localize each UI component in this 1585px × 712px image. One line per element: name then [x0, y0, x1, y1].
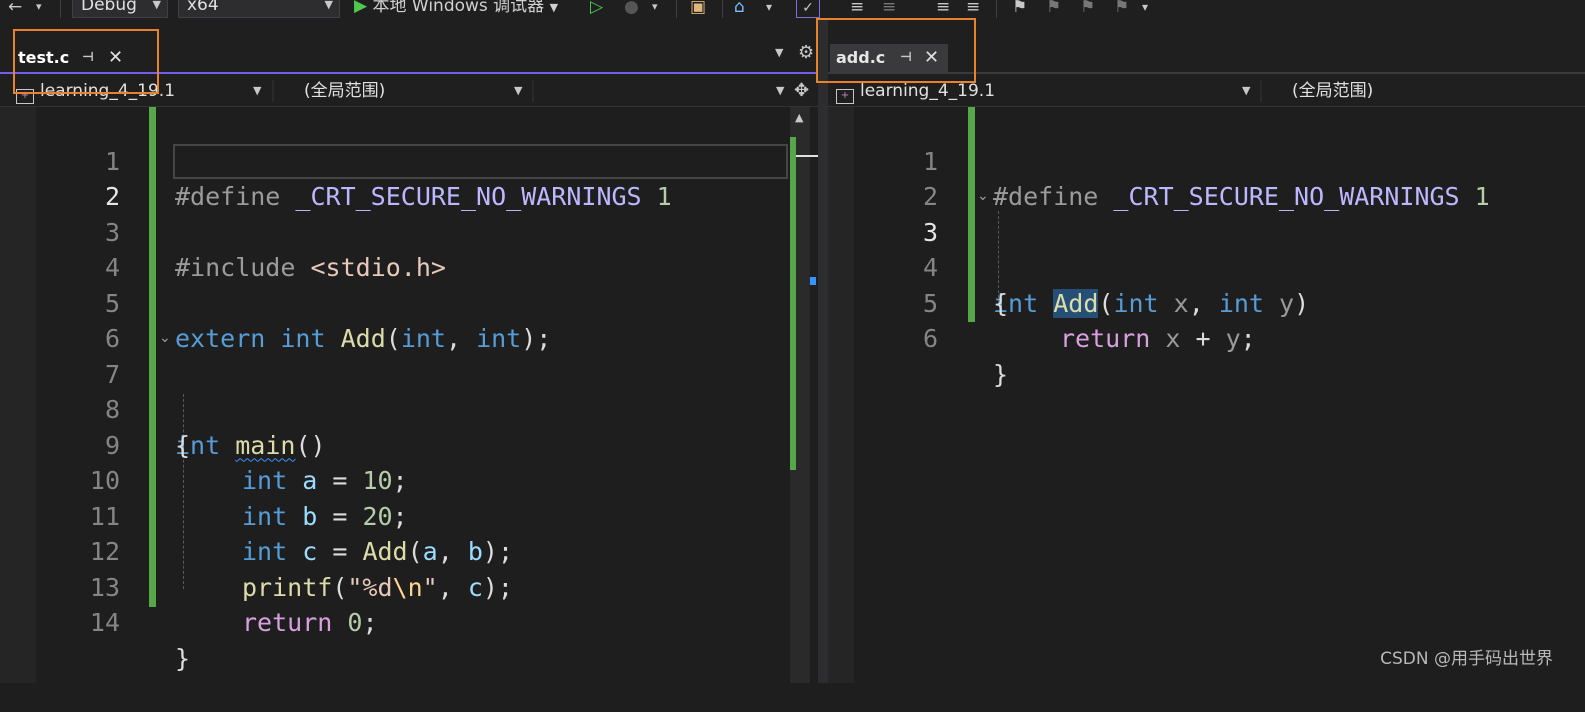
- stop-icon[interactable]: ●: [624, 0, 639, 18]
- code-line: 6 }: [828, 286, 1585, 389]
- next-bookmark-icon[interactable]: ⚑: [1080, 0, 1095, 18]
- uncomment-lines-icon[interactable]: ≡: [882, 0, 896, 18]
- code-line: 5 return x + y;: [828, 250, 1585, 354]
- right-editor-pane: add.c ⊣ ✕ + learning_4_19.1 ▼ (全局范围) 1 #d…: [828, 20, 1585, 683]
- chevron-down-icon: ▼: [514, 84, 523, 97]
- scroll-up-icon[interactable]: ▲: [795, 111, 803, 124]
- toggle-icon[interactable]: ✓: [796, 0, 820, 18]
- code-line: 3 ⌄ int Add(int x, int y): [828, 179, 1585, 318]
- collapse-icon[interactable]: ⌄: [159, 321, 171, 357]
- chevron-down-icon[interactable]: ▾: [652, 0, 658, 18]
- scope-label: (全局范围): [304, 81, 386, 101]
- overflow-icon[interactable]: ▾: [1142, 0, 1148, 18]
- previous-bookmark-icon[interactable]: ⚑: [1046, 0, 1061, 18]
- annotation-box-add-c: [816, 18, 976, 83]
- chevron-down-icon: ▼: [324, 0, 333, 11]
- code-line: 5 extern int Add(int, int);: [0, 250, 818, 354]
- line-code: return 0;: [242, 605, 378, 641]
- code-line: 10 int b = 20;: [0, 428, 818, 531]
- change-map: [790, 137, 796, 470]
- back-dropdown-icon[interactable]: ▾: [36, 0, 42, 18]
- project-name: learning_4_19.1: [860, 81, 996, 101]
- line-number: 6: [922, 324, 938, 353]
- code-line: 13 return 0;: [0, 534, 818, 638]
- comment-lines-icon[interactable]: ≡: [850, 0, 864, 18]
- code-line: 12 printf("%d\n", c);: [0, 499, 818, 602]
- collapse-icon[interactable]: ⌄: [977, 179, 989, 215]
- start-debugging-button[interactable]: ▶ 本地 Windows 调试器 ▼: [354, 0, 558, 18]
- watermark: CSDN @用手码出世界: [1380, 649, 1553, 669]
- nav-divider: [1260, 80, 1262, 102]
- code-line: 7 ⌄ int main(): [0, 321, 818, 460]
- chevron-down-icon: ▼: [253, 84, 262, 97]
- back-arrow-icon[interactable]: ←: [8, 0, 22, 18]
- code-line: 4: [0, 215, 818, 282]
- vertical-scrollbar[interactable]: ▲: [790, 107, 818, 683]
- overflow-icon[interactable]: ▾: [766, 0, 772, 18]
- toolbar-separator: [60, 0, 61, 18]
- tab-list-dropdown-icon[interactable]: ▼: [775, 46, 783, 59]
- annotation-box-test-c: [13, 29, 159, 94]
- gear-icon[interactable]: ⚙: [798, 42, 814, 63]
- scope-dropdown[interactable]: (全局范围): [304, 78, 385, 104]
- chevron-down-icon: ▼: [152, 0, 161, 11]
- line-code: return x + y;: [1060, 321, 1256, 357]
- keyword: return: [1060, 324, 1151, 353]
- code-line: 9 int a = 10;: [0, 392, 818, 496]
- platform-select[interactable]: x64 ▼: [178, 0, 340, 18]
- toolbar-separator: [996, 0, 997, 18]
- code-line: 8 {: [0, 357, 818, 460]
- chevron-down-icon: ▼: [549, 1, 559, 14]
- outdent-icon[interactable]: ≡: [936, 0, 950, 18]
- play-icon: ▶: [354, 0, 368, 16]
- configuration-value: Debug: [81, 0, 137, 15]
- nav-divider: [532, 80, 534, 102]
- operator: +: [1180, 324, 1226, 353]
- code-editor[interactable]: 1 #define _CRT_SECURE_NO_WARNINGS 1 2 3 …: [828, 107, 1585, 683]
- parameter: y: [1225, 324, 1241, 353]
- code-line: 4 {: [828, 215, 1585, 318]
- clear-bookmarks-icon[interactable]: ⚑: [1114, 0, 1129, 18]
- code-line: 2: [0, 144, 818, 211]
- run-without-debugging-icon[interactable]: ▷: [590, 0, 603, 18]
- close-brace: }: [993, 359, 1009, 389]
- close-brace: }: [175, 643, 191, 673]
- code-line: 11 int c = Add(a, b);: [0, 463, 818, 567]
- split-divider[interactable]: [818, 20, 828, 683]
- find-in-files-icon[interactable]: ▣: [690, 0, 706, 18]
- punctuation: ;: [362, 608, 378, 637]
- nav-divider: [272, 80, 274, 102]
- chevron-down-icon: ▼: [1242, 84, 1251, 97]
- home-icon[interactable]: ⌂: [734, 0, 745, 18]
- indent-icon[interactable]: ≡: [966, 0, 980, 18]
- number-literal: 0: [347, 608, 363, 637]
- toolbar-separator: [676, 0, 677, 18]
- code-editor[interactable]: 1 #define _CRT_SECURE_NO_WARNINGS 1 2 3 …: [0, 107, 818, 683]
- bookmark-icon[interactable]: ⚑: [1012, 0, 1027, 18]
- error-marker: [810, 277, 816, 285]
- punctuation: ;: [1240, 324, 1256, 353]
- split-window-icon[interactable]: ✥: [794, 78, 809, 104]
- code-line: 3 #include <stdio.h>: [0, 179, 818, 283]
- configuration-select[interactable]: Debug ▼: [72, 0, 168, 18]
- scope-dropdown[interactable]: (全局范围): [1292, 78, 1373, 104]
- code-line: 14 }: [0, 570, 818, 673]
- line-number: 14: [89, 608, 120, 637]
- parameter: x: [1165, 324, 1181, 353]
- project-icon: +: [836, 89, 854, 104]
- toolbar-separator: [722, 0, 723, 18]
- code-line: 2: [828, 144, 1585, 211]
- code-line: 6: [0, 286, 818, 353]
- left-editor-pane: test.c ⊣ ✕ ▼ ⚙ + learning_4_19.1 ▼ (全局范围)…: [0, 20, 818, 683]
- keyword: return: [242, 608, 333, 637]
- main-toolbar: ← ▾ Debug ▼ x64 ▼ ▶ 本地 Windows 调试器 ▼ ▷ ●…: [0, 0, 1585, 20]
- code-line: 1 #define _CRT_SECURE_NO_WARNINGS 1: [828, 108, 1585, 212]
- scope-label: (全局范围): [1292, 81, 1374, 101]
- chevron-down-icon[interactable]: ▼: [776, 78, 784, 104]
- start-debugging-label: 本地 Windows 调试器: [372, 0, 545, 16]
- code-line: 1 #define _CRT_SECURE_NO_WARNINGS 1: [0, 108, 818, 212]
- platform-value: x64: [187, 0, 219, 15]
